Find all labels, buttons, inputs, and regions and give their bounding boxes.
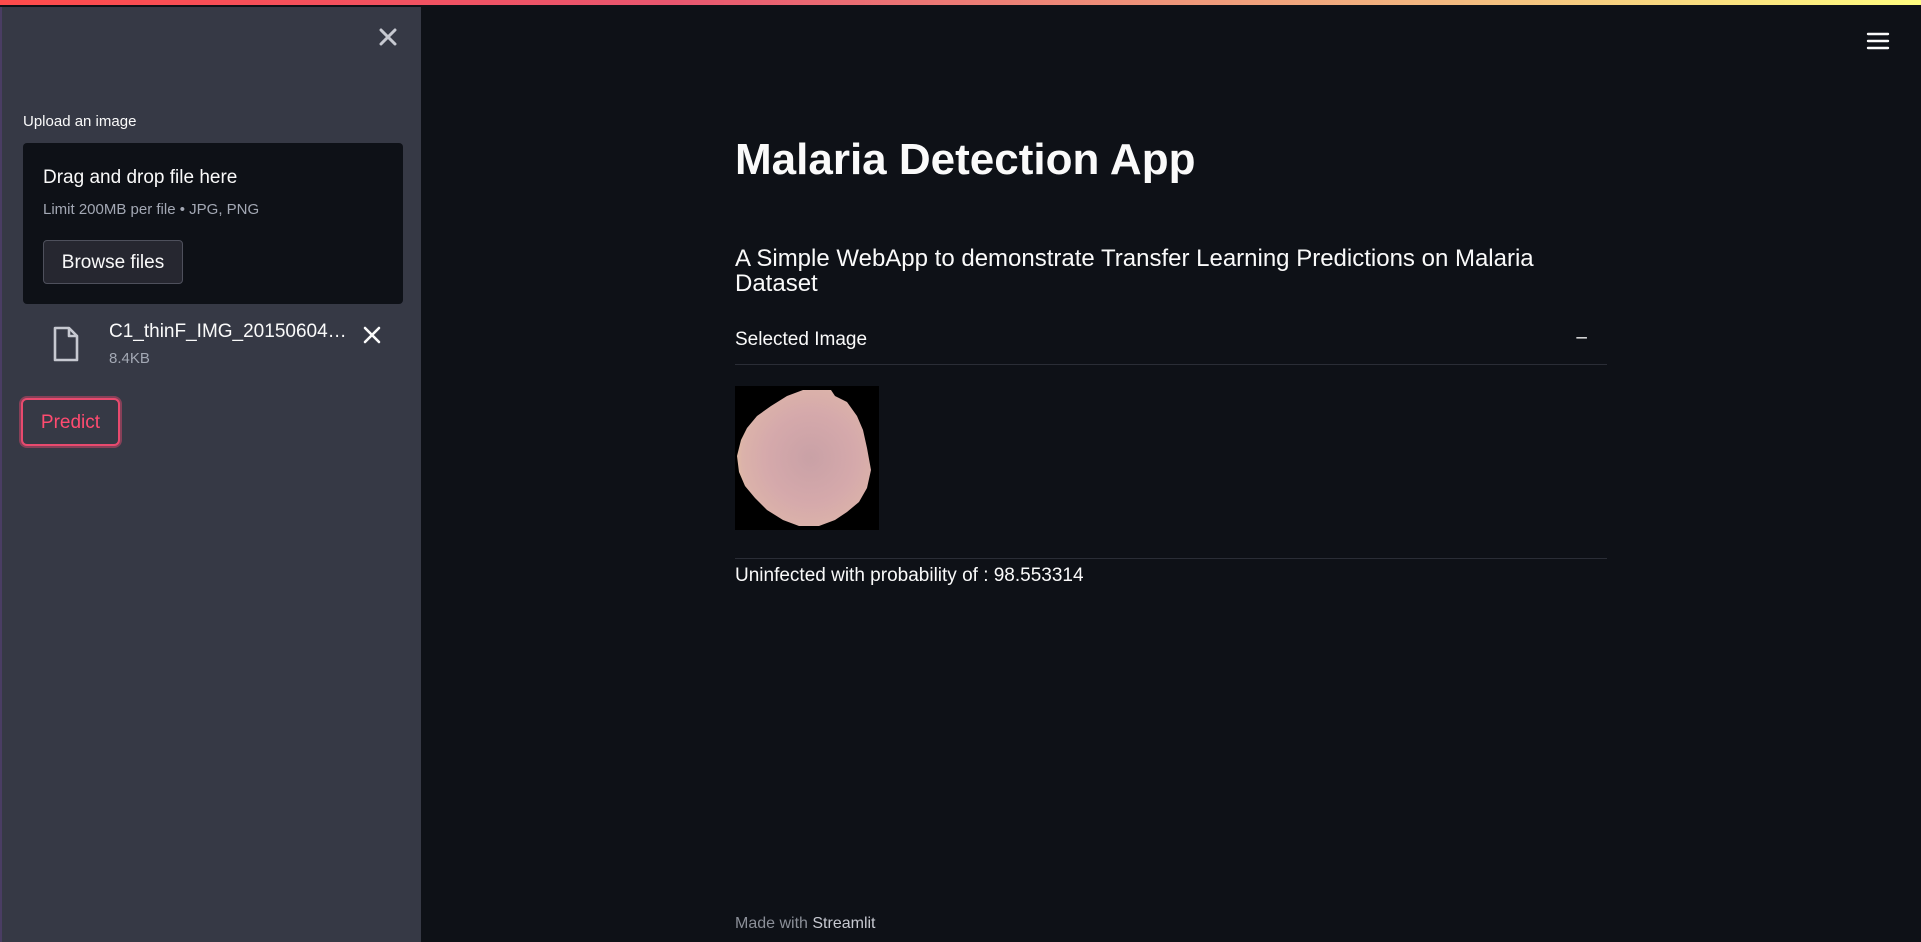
- predict-button[interactable]: Predict: [21, 398, 120, 446]
- file-icon: [53, 326, 79, 362]
- collapse-icon[interactable]: –: [1576, 327, 1587, 349]
- prediction-result: Uninfected with probability of : 98.5533…: [735, 565, 1084, 586]
- page-title: Malaria Detection App: [735, 135, 1196, 184]
- selected-image-expander[interactable]: Selected Image –: [735, 325, 1607, 365]
- dropzone-title: Drag and drop file here: [43, 167, 238, 188]
- dropzone-limit-text: Limit 200MB per file • JPG, PNG: [43, 201, 260, 218]
- close-icon[interactable]: [376, 25, 400, 49]
- expander-label: Selected Image: [735, 329, 868, 350]
- uploaded-file-name: C1_thinF_IMG_20150604_104722_cell_9.png: [109, 321, 349, 342]
- sidebar: Upload an image Drag and drop file here …: [0, 0, 421, 942]
- main-content: Malaria Detection App A Simple WebApp to…: [421, 0, 1921, 942]
- browse-files-button[interactable]: Browse files: [43, 240, 183, 284]
- divider: [735, 558, 1607, 559]
- footer-prefix: Made with: [735, 915, 813, 932]
- hamburger-menu-icon[interactable]: [1865, 30, 1891, 52]
- file-dropzone[interactable]: Drag and drop file here Limit 200MB per …: [23, 143, 403, 304]
- remove-file-icon[interactable]: [359, 322, 385, 348]
- page-subheader: A Simple WebApp to demonstrate Transfer …: [735, 245, 1534, 297]
- streamlit-link[interactable]: Streamlit: [812, 915, 875, 932]
- upload-label: Upload an image: [23, 113, 137, 130]
- uploaded-file-size: 8.4KB: [109, 350, 150, 367]
- selected-cell-image: [735, 386, 879, 530]
- top-decoration-bar: [0, 0, 1921, 7]
- footer: Made with Streamlit: [735, 915, 876, 933]
- uploaded-file-item: C1_thinF_IMG_20150604_104722_cell_9.png …: [44, 318, 384, 374]
